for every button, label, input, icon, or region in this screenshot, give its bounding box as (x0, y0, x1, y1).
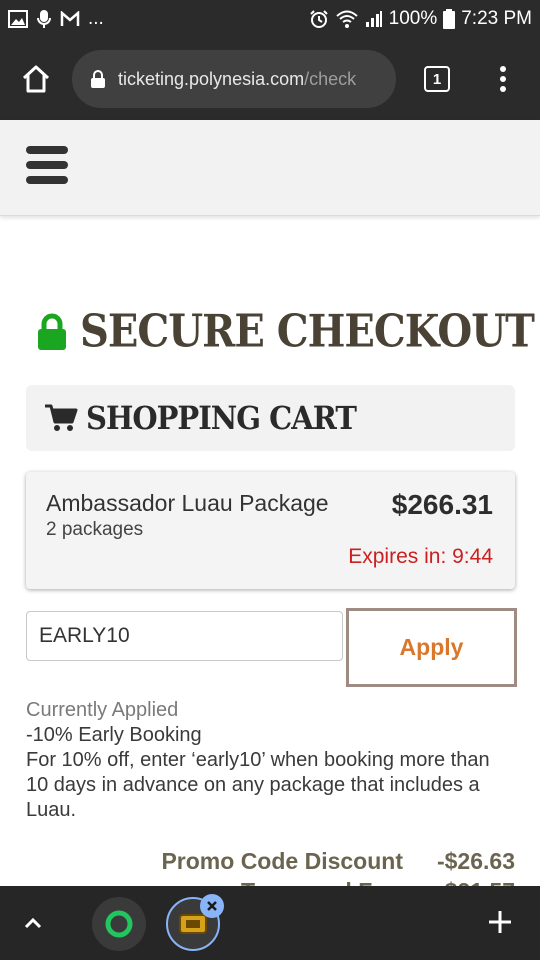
url-path: /check (304, 68, 357, 89)
plus-icon (489, 911, 511, 933)
total-row: Promo Code Discount -$26.63 (26, 848, 515, 878)
tab-switcher-button[interactable]: 1 (396, 38, 478, 120)
signal-icon (365, 11, 382, 27)
image-icon (8, 10, 28, 28)
bottom-bar (0, 886, 540, 960)
browser-toolbar: ticketing.polynesia.com/check 1 (0, 38, 540, 120)
tabs-icon: 1 (424, 66, 450, 92)
wifi-icon (335, 10, 358, 28)
hamburger-icon[interactable] (26, 146, 70, 190)
battery-level: 100% (388, 8, 438, 29)
expiry-timer: Expires in: 9:44 (348, 545, 493, 568)
checkout-heading: SECURE CHECKOUT (36, 305, 535, 358)
mic-icon (37, 10, 51, 28)
item-name: Ambassador Luau Package (46, 490, 329, 516)
applied-promo-description: For 10% off, enter ‘early10’ when bookin… (26, 749, 490, 821)
status-bar: ... 100% 7:23 PM (0, 0, 540, 38)
total-label: Promo Code Discount (161, 848, 403, 874)
total-value: -$26.63 (436, 848, 515, 874)
bubble-close-button[interactable] (200, 894, 224, 918)
expand-button[interactable] (18, 908, 48, 943)
gmail-icon (60, 11, 80, 26)
notification-more: ... (88, 8, 104, 29)
padlock-icon (38, 313, 66, 350)
more-vert-icon (500, 66, 506, 92)
promo-code-input[interactable] (26, 611, 343, 661)
chevron-up-icon (24, 917, 42, 929)
battery-icon (443, 9, 456, 29)
cart-icon (45, 404, 78, 431)
url-host: ticketing.polynesia.com (118, 68, 305, 89)
ticket-icon (179, 914, 207, 934)
app-bubble[interactable] (92, 897, 146, 951)
address-bar[interactable]: ticketing.polynesia.com/check (72, 50, 396, 108)
cart-title: SHOPPING CART (86, 399, 357, 437)
apply-button[interactable]: Apply (346, 608, 517, 687)
applied-promo: Currently Applied -10% Early Booking For… (26, 698, 516, 823)
applied-label: Currently Applied (26, 699, 179, 721)
cart-header: SHOPPING CART (26, 385, 515, 451)
site-header (0, 120, 540, 216)
browser-menu-button[interactable] (478, 38, 528, 120)
item-price: $266.31 (391, 489, 493, 520)
cart-item: Ambassador Luau Package 2 packages $266.… (26, 472, 515, 589)
page-title: SECURE CHECKOUT (80, 305, 535, 358)
applied-promo-name: -10% Early Booking (26, 724, 202, 746)
item-quantity: 2 packages (46, 519, 144, 540)
close-icon (207, 901, 217, 911)
clock: 7:23 PM (461, 8, 532, 29)
url-text: ticketing.polynesia.com/check (118, 69, 356, 90)
alarm-icon (309, 10, 328, 28)
lock-icon (91, 70, 105, 88)
circle-app-icon (105, 910, 133, 938)
new-tab-button[interactable] (482, 904, 518, 945)
home-button[interactable] (0, 38, 72, 120)
home-icon (22, 65, 50, 93)
